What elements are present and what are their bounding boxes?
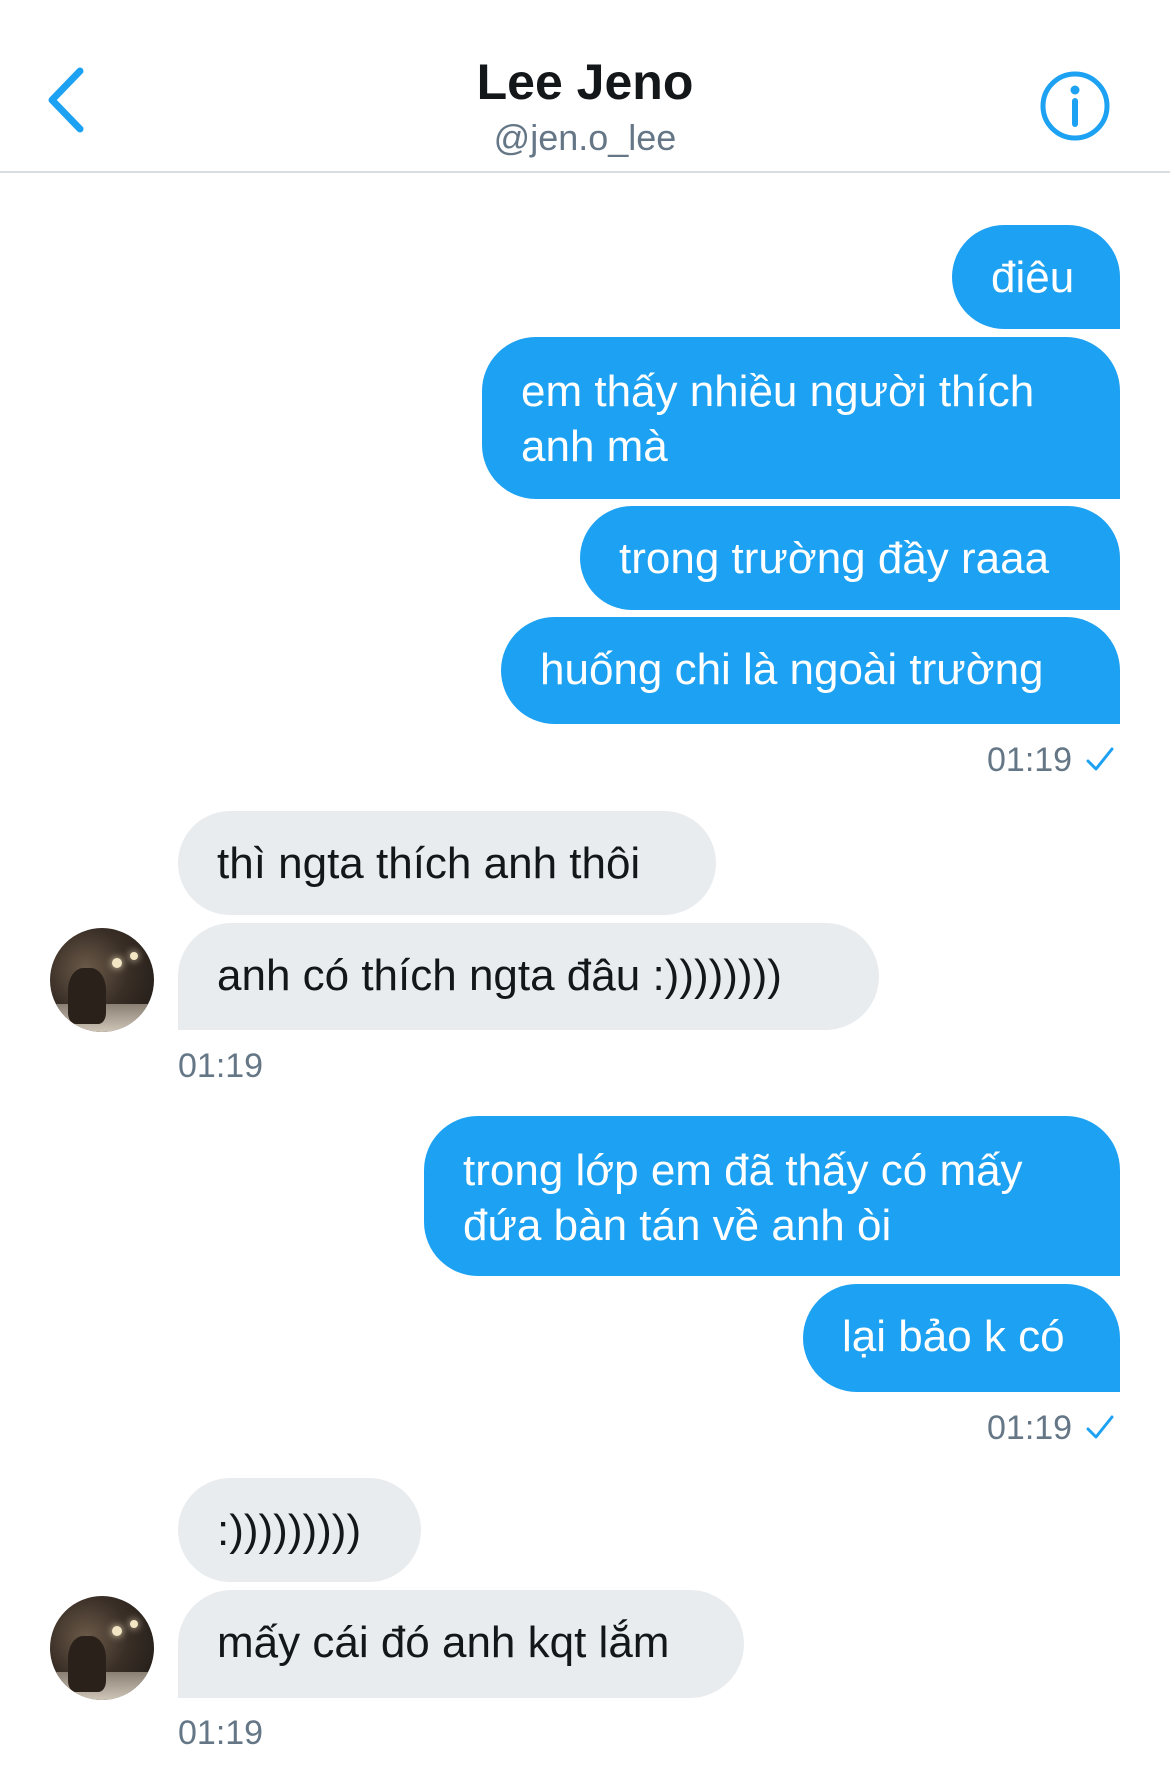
- check-icon: [1086, 1415, 1114, 1439]
- message-text: anh có thích ngta đâu :)))))))): [217, 951, 782, 1000]
- conversation-title-block[interactable]: Lee Jeno @jen.o_lee: [300, 52, 870, 162]
- received-message-bubble[interactable]: mấy cái đó anh kqt lắm: [178, 1590, 744, 1698]
- message-text: em thấy nhiều người thích anh mà: [521, 367, 1035, 471]
- message-text: lại bảo k có: [842, 1312, 1065, 1361]
- message-timestamp: 01:19: [987, 740, 1114, 780]
- message-text: điêu: [991, 253, 1075, 302]
- chevron-left-icon: [48, 67, 84, 133]
- sent-message-bubble[interactable]: trong trường đầy raaa: [580, 506, 1120, 610]
- dm-conversation-screen: Lee Jeno @jen.o_lee điêu em thấy nhiều n…: [0, 0, 1170, 1792]
- message-text: thì ngta thích anh thôi: [217, 839, 641, 888]
- timestamp-text: 01:19: [987, 1409, 1073, 1447]
- check-icon: [1086, 747, 1114, 771]
- message-text: mấy cái đó anh kqt lắm: [217, 1618, 670, 1667]
- timestamp-text: 01:19: [987, 741, 1073, 779]
- sent-message-bubble[interactable]: em thấy nhiều người thích anh mà: [482, 337, 1120, 499]
- contact-avatar[interactable]: [50, 928, 154, 1032]
- message-timestamp: 01:19: [178, 1047, 264, 1085]
- message-text: trong trường đầy raaa: [619, 534, 1050, 583]
- contact-handle: @jen.o_lee: [493, 117, 677, 158]
- sent-message-bubble[interactable]: huống chi là ngoài trường: [501, 617, 1120, 724]
- back-button[interactable]: [36, 62, 96, 138]
- conversation-header: Lee Jeno @jen.o_lee: [0, 0, 1170, 173]
- message-text: huống chi là ngoài trường: [540, 645, 1044, 694]
- message-text: :))))))))): [217, 1506, 362, 1555]
- sent-message-bubble[interactable]: trong lớp em đã thấy có mấy đứa bàn tán …: [424, 1116, 1120, 1276]
- message-timestamp: 01:19: [987, 1408, 1114, 1448]
- received-message-bubble[interactable]: :))))))))): [178, 1478, 421, 1582]
- received-message-bubble[interactable]: anh có thích ngta đâu :)))))))): [178, 923, 879, 1030]
- sent-message-bubble[interactable]: lại bảo k có: [803, 1284, 1120, 1392]
- info-icon: [1040, 71, 1110, 141]
- conversation-info-button[interactable]: [1035, 66, 1115, 146]
- contact-name: Lee Jeno: [476, 54, 694, 110]
- message-text: trong lớp em đã thấy có mấy đứa bàn tán …: [463, 1146, 1023, 1250]
- sent-message-bubble[interactable]: điêu: [952, 225, 1120, 329]
- message-timestamp: 01:19: [178, 1714, 264, 1752]
- contact-avatar[interactable]: [50, 1596, 154, 1700]
- received-message-bubble[interactable]: thì ngta thích anh thôi: [178, 811, 716, 915]
